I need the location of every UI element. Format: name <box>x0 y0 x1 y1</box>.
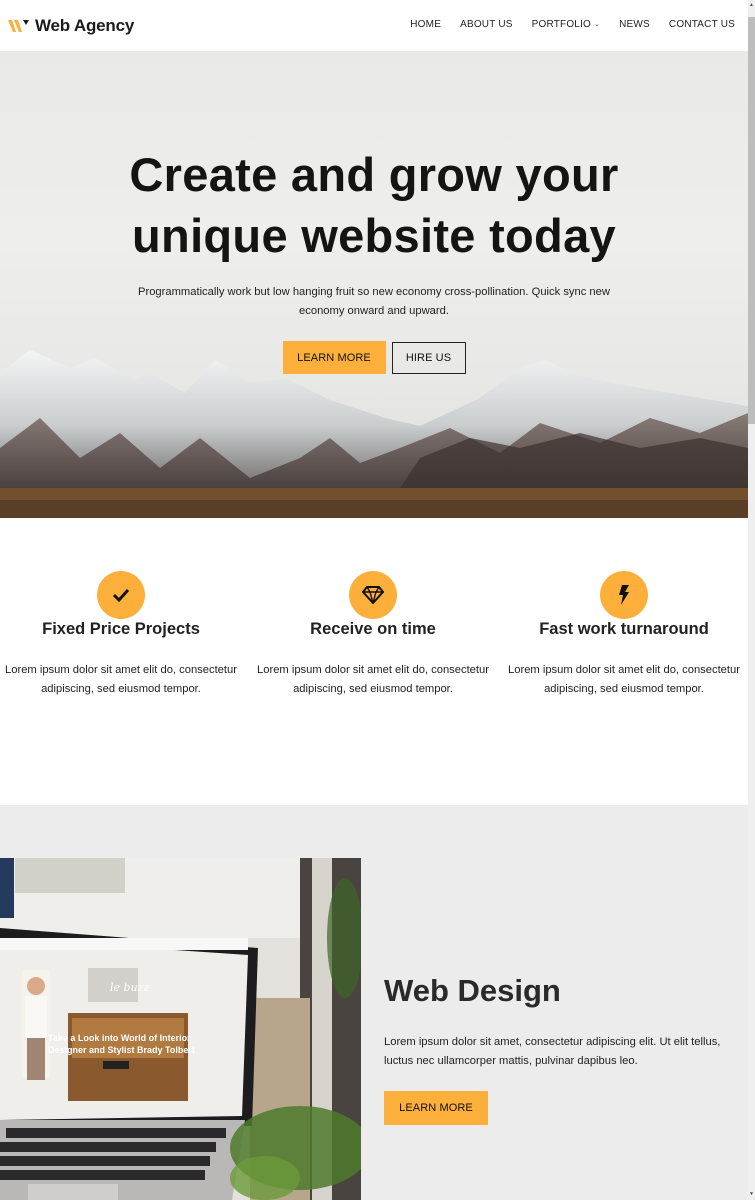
scroll-up-arrow-icon[interactable]: ▲ <box>749 3 754 8</box>
screen-headline-line1: Take a Look into World of Interior <box>48 1033 191 1043</box>
hire-us-button[interactable]: HIRE US <box>391 342 466 374</box>
feature-card: Fast work turnaround Lorem ipsum dolor s… <box>499 571 748 699</box>
web-design-learn-more-button[interactable]: LEARN MORE <box>384 1091 488 1125</box>
nav-about-us[interactable]: ABOUT US <box>460 19 513 30</box>
diamond-icon <box>362 586 384 604</box>
feature-icon-circle <box>600 571 648 619</box>
web-design-text: Lorem ipsum dolor sit amet, consectetur … <box>384 1036 721 1067</box>
brand-name: Web Agency <box>35 16 135 35</box>
web-design-title: Web Design <box>384 973 561 1008</box>
scroll-down-arrow-icon[interactable]: ▼ <box>749 1192 754 1197</box>
laptop-photo: le buzz Take a Look into World of Interi… <box>0 858 361 1200</box>
feature-title: Fast work turnaround <box>539 620 709 638</box>
brand-logo[interactable]: Web Agency <box>8 16 134 36</box>
features-section: Fixed Price Projects Lorem ipsum dolor s… <box>0 518 748 805</box>
feature-card: Receive on time Lorem ipsum dolor sit am… <box>248 571 498 699</box>
screen-logo-text: le buzz <box>110 981 149 994</box>
laptop-illustration: le buzz Take a Look into World of Interi… <box>0 858 361 1200</box>
feature-text: Lorem ipsum dolor sit amet elit do, cons… <box>5 664 237 695</box>
hero-buttons: LEARN MORE HIRE US <box>0 341 748 374</box>
feature-title: Receive on time <box>310 620 436 638</box>
feature-text: Lorem ipsum dolor sit amet elit do, cons… <box>508 664 740 695</box>
checkmark-icon <box>112 588 130 602</box>
feature-icon-circle <box>349 571 397 619</box>
screen-headline-line2: Designer and Stylist Brady Tolbert <box>48 1045 195 1055</box>
feature-text: Lorem ipsum dolor sit amet elit do, cons… <box>257 664 489 695</box>
nav-contact-us[interactable]: CONTACT US <box>669 19 735 30</box>
nav-news[interactable]: NEWS <box>619 19 650 30</box>
site-header: Web Agency HOME ABOUT US PORTFOLIO ⌄ NEW… <box>0 0 748 51</box>
vertical-scrollbar[interactable]: ▲ ▼ <box>748 0 755 1200</box>
hero-subtitle: Programmatically work but low hanging fr… <box>138 286 610 317</box>
nav-portfolio-label: PORTFOLIO <box>531 19 592 30</box>
feature-card: Fixed Price Projects Lorem ipsum dolor s… <box>0 571 246 699</box>
nav-home[interactable]: HOME <box>410 19 441 30</box>
hero-title: Create and grow your unique website toda… <box>0 144 748 266</box>
nav-portfolio[interactable]: PORTFOLIO ⌄ <box>532 19 600 30</box>
main-nav: HOME ABOUT US PORTFOLIO ⌄ NEWS CONTACT U… <box>410 19 735 30</box>
feature-icon-circle <box>97 571 145 619</box>
learn-more-button[interactable]: LEARN MORE <box>282 341 386 374</box>
scrollbar-thumb[interactable] <box>748 17 755 424</box>
lightning-bolt-icon <box>619 585 629 605</box>
logo-w-icon <box>8 20 29 32</box>
hero-title-line-2: unique website today <box>132 209 616 262</box>
hero-section: Create and grow your unique website toda… <box>0 51 748 518</box>
feature-title: Fixed Price Projects <box>42 620 200 638</box>
chevron-down-icon: ⌄ <box>594 21 601 28</box>
hero-title-line-1: Create and grow your <box>129 148 619 201</box>
page: Web Agency HOME ABOUT US PORTFOLIO ⌄ NEW… <box>0 0 748 1200</box>
